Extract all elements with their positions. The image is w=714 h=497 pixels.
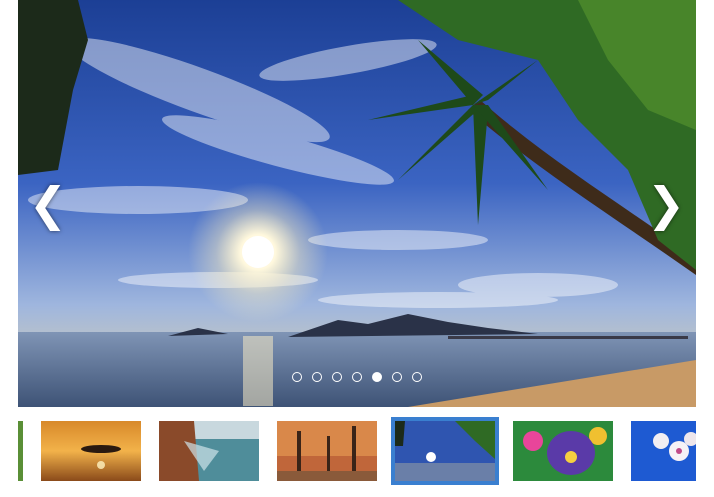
slide-dot-7[interactable]	[412, 372, 422, 382]
thumb-palm-beach[interactable]	[391, 417, 499, 485]
previous-slide-button[interactable]: ❮	[28, 176, 68, 232]
thumb-white-orchid[interactable]	[631, 421, 696, 481]
main-slide-image	[18, 0, 696, 407]
next-slide-button[interactable]: ❯	[646, 176, 686, 232]
slide-dot-4[interactable]	[352, 372, 362, 382]
thumb-green-edge[interactable]	[18, 421, 23, 481]
thumb-autumn-trees[interactable]	[277, 421, 377, 481]
slide-dot-5[interactable]	[372, 372, 382, 382]
slide-dot-1[interactable]	[292, 372, 302, 382]
image-slider[interactable]: ❮ ❯	[18, 0, 696, 407]
thumb-purple-pansy[interactable]	[513, 421, 613, 481]
thumb-sunset-island[interactable]	[41, 421, 141, 481]
slide-pagination	[18, 372, 696, 382]
slide-dot-6[interactable]	[392, 372, 402, 382]
thumbnail-strip	[18, 417, 696, 485]
slide-dot-2[interactable]	[312, 372, 322, 382]
thumb-rocky-coast[interactable]	[159, 421, 259, 481]
slide-dot-3[interactable]	[332, 372, 342, 382]
